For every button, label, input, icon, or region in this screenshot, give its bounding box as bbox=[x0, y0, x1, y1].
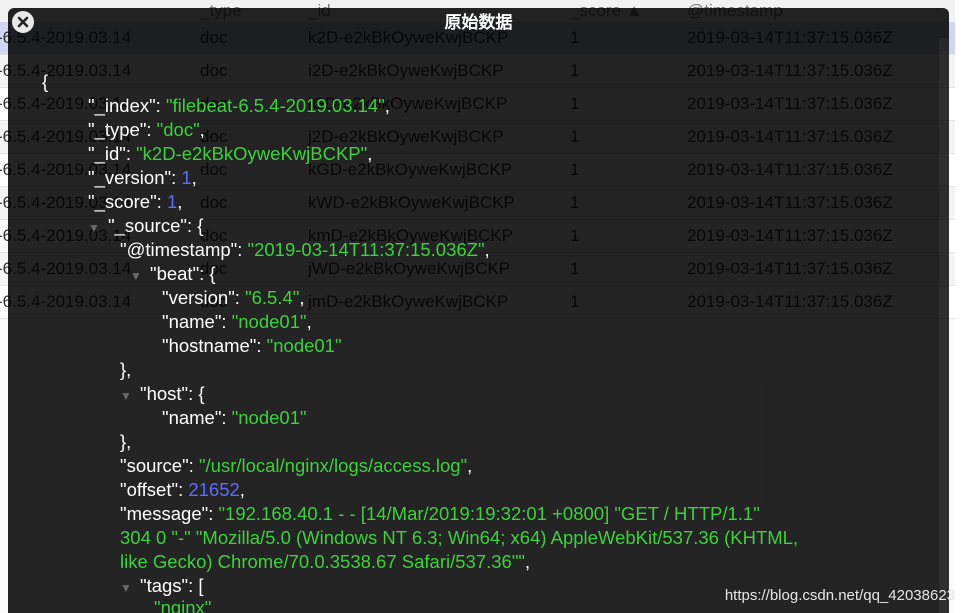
json-field-beat-version: "version": "6.5.4", bbox=[162, 287, 305, 308]
watermark: https://blog.csdn.net/qq_42038623 bbox=[724, 587, 955, 604]
json-field-index: "_index": "filebeat-6.5.4-2019.03.14", bbox=[88, 95, 390, 116]
json-field-score: "_score": 1, bbox=[88, 191, 183, 212]
json-field-type: "_type": "doc", bbox=[88, 119, 205, 140]
collapse-triangle-icon[interactable]: ▼ bbox=[120, 384, 140, 408]
json-field-version: "_version": 1, bbox=[88, 167, 197, 188]
json-field-host: ▼ "host": { bbox=[120, 382, 205, 408]
json-close-brace-beat: }, bbox=[120, 359, 132, 380]
json-field-message-cont1: 304 0 "-" "Mozilla/5.0 (Windows NT 6.3; … bbox=[120, 527, 799, 548]
json-field-timestamp: "@timestamp": "2019-03-14T11:37:15.036Z"… bbox=[120, 239, 490, 260]
json-field-source-path: "source": "/usr/local/nginx/logs/access.… bbox=[120, 455, 473, 476]
json-field-id: "_id": "k2D-e2kBkOyweKwjBCKP", bbox=[88, 143, 373, 164]
json-field-beat: ▼ "beat": { bbox=[130, 262, 216, 288]
json-field-host-name: "name": "node01" bbox=[162, 407, 307, 428]
collapse-triangle-icon[interactable]: ▼ bbox=[120, 576, 140, 600]
json-field-source: ▼ "_source": { bbox=[88, 214, 203, 240]
json-open-brace: { bbox=[42, 71, 49, 92]
json-close-brace-host: }, bbox=[120, 431, 132, 452]
collapse-triangle-icon[interactable]: ▼ bbox=[130, 264, 150, 288]
json-field-beat-name: "name": "node01", bbox=[162, 311, 312, 332]
json-viewer: { "_index": "filebeat-6.5.4-2019.03.14",… bbox=[8, 8, 949, 613]
json-field-message: "message": "192.168.40.1 - - [14/Mar/201… bbox=[120, 503, 760, 524]
json-field-beat-hostname: "hostname": "node01" bbox=[162, 335, 342, 356]
json-field-tags-item: "nginx" bbox=[154, 597, 212, 613]
raw-data-dialog: 原始数据 { "_index": "filebeat-6.5.4-2019.03… bbox=[8, 8, 949, 613]
json-field-offset: "offset": 21652, bbox=[120, 479, 245, 500]
json-field-message-cont2: like Gecko) Chrome/70.0.3538.67 Safari/5… bbox=[120, 551, 531, 572]
collapse-triangle-icon[interactable]: ▼ bbox=[88, 216, 108, 240]
